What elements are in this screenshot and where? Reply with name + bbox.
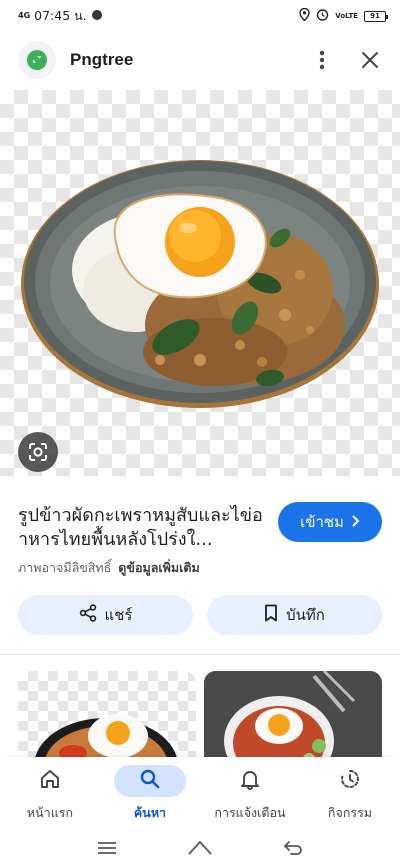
- pngtree-logo-icon: [18, 41, 56, 79]
- share-icon: [79, 604, 97, 626]
- save-button[interactable]: บันทึก: [207, 595, 382, 635]
- related-image[interactable]: [204, 671, 382, 771]
- nav-icon-wrap: [14, 765, 86, 797]
- close-icon[interactable]: [358, 48, 382, 72]
- chevron-right-icon: [352, 513, 360, 531]
- related-food-image: [34, 714, 178, 771]
- nav-label: หน้าแรก: [26, 805, 74, 820]
- lens-icon[interactable]: [18, 432, 58, 472]
- result-image[interactable]: [0, 90, 400, 476]
- alarm-icon: [316, 8, 329, 24]
- result-title[interactable]: รูปข้าวผัดกะเพราหมูสับและไข่อาหารไทยพื้น…: [18, 504, 266, 552]
- home-icon: [39, 768, 61, 794]
- copyright-notice: ภาพอาจมีลิขสิทธิ์ ดูข้อมูลเพิ่มเติม: [18, 558, 200, 578]
- copyright-text: ภาพอาจมีลิขสิทธิ์: [18, 560, 112, 575]
- back-icon[interactable]: [273, 833, 313, 863]
- nav-label: กิจกรรม: [327, 805, 373, 820]
- search-icon: [139, 768, 161, 794]
- visit-button[interactable]: เข้าชม: [278, 502, 382, 542]
- header-actions: [310, 48, 382, 72]
- nav-icon-wrap: [214, 765, 286, 797]
- visit-label: เข้าชม: [300, 513, 344, 531]
- status-right: VoLTE 91: [299, 7, 388, 24]
- food-plate-image: [21, 160, 379, 408]
- nav-icon-wrap: [314, 765, 386, 797]
- more-vert-icon[interactable]: [310, 48, 334, 72]
- recents-icon[interactable]: [87, 833, 127, 863]
- more-info-link[interactable]: ดูข้อมูลเพิ่มเติม: [118, 560, 199, 575]
- nav-label: การแจ้งเตือน: [214, 805, 286, 820]
- nav-search[interactable]: ค้นหา: [100, 757, 200, 827]
- site-name[interactable]: Pngtree: [70, 50, 133, 70]
- nav-activity[interactable]: กิจกรรม: [300, 757, 400, 827]
- battery-icon: 91: [364, 10, 388, 22]
- nav-home[interactable]: หน้าแรก: [0, 757, 100, 827]
- share-button[interactable]: แชร์: [18, 595, 193, 635]
- related-image[interactable]: [18, 671, 196, 771]
- home-button-icon[interactable]: [180, 833, 220, 863]
- save-label: บันทึก: [286, 606, 325, 624]
- action-row: แชร์ บันทึก: [18, 595, 382, 635]
- system-nav: [0, 827, 400, 868]
- bottom-nav: หน้าแรก ค้นหา การแจ้งเตือน กิจกรรม: [0, 757, 400, 827]
- related-food-image: [204, 671, 382, 771]
- location-icon: [299, 7, 310, 24]
- status-left: 4G 07:45 น.: [18, 6, 103, 26]
- notification-icon: [91, 9, 103, 24]
- status-bar: 4G 07:45 น. VoLTE 91: [0, 0, 400, 32]
- nav-label: ค้นหา: [133, 805, 167, 820]
- volte-indicator: VoLTE: [335, 11, 358, 20]
- share-label: แชร์: [104, 606, 133, 624]
- nav-notifications[interactable]: การแจ้งเตือน: [200, 757, 300, 827]
- activity-icon: [339, 768, 361, 794]
- battery-level: 91: [370, 12, 380, 20]
- nav-icon-wrap: [114, 765, 186, 797]
- signal-indicator: 4G: [18, 11, 31, 20]
- bell-icon: [239, 768, 261, 794]
- divider: [0, 654, 400, 655]
- bookmark-icon: [264, 604, 278, 626]
- clock: 07:45 น.: [34, 8, 87, 23]
- result-header: Pngtree: [0, 38, 400, 82]
